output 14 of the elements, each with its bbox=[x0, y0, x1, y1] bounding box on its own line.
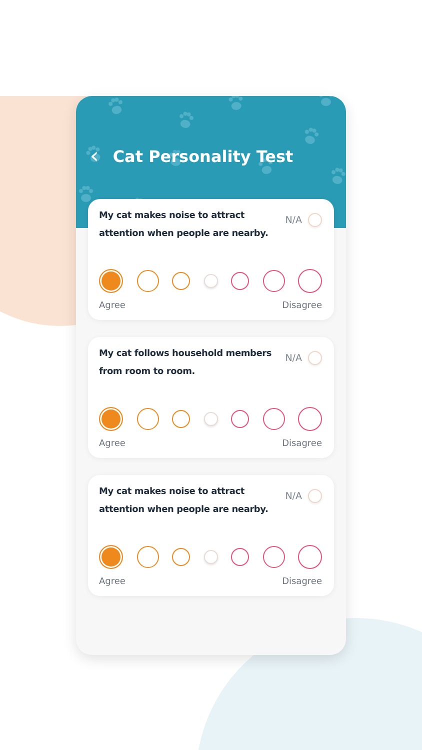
back-button[interactable]: ‹ bbox=[90, 146, 99, 168]
disagree-label: Disagree bbox=[282, 439, 322, 449]
agree-label: Agree bbox=[99, 439, 126, 449]
question-text: My cat makes noise to attract attention when people are nearby. bbox=[99, 210, 270, 241]
disagree-label: Disagree bbox=[282, 301, 322, 311]
disagree-label: Disagree bbox=[282, 577, 322, 587]
na-label: N/A bbox=[285, 352, 302, 364]
na-label: N/A bbox=[285, 214, 302, 226]
question-text: My cat makes noise to attract attention when people are nearby. bbox=[99, 486, 270, 517]
na-label: N/A bbox=[285, 490, 302, 502]
agree-label: Agree bbox=[99, 577, 126, 587]
screen-title: Cat Personality Test bbox=[112, 146, 294, 168]
question-text: My cat follows household members from room to room. bbox=[99, 348, 273, 379]
agree-label: Agree bbox=[99, 301, 126, 311]
